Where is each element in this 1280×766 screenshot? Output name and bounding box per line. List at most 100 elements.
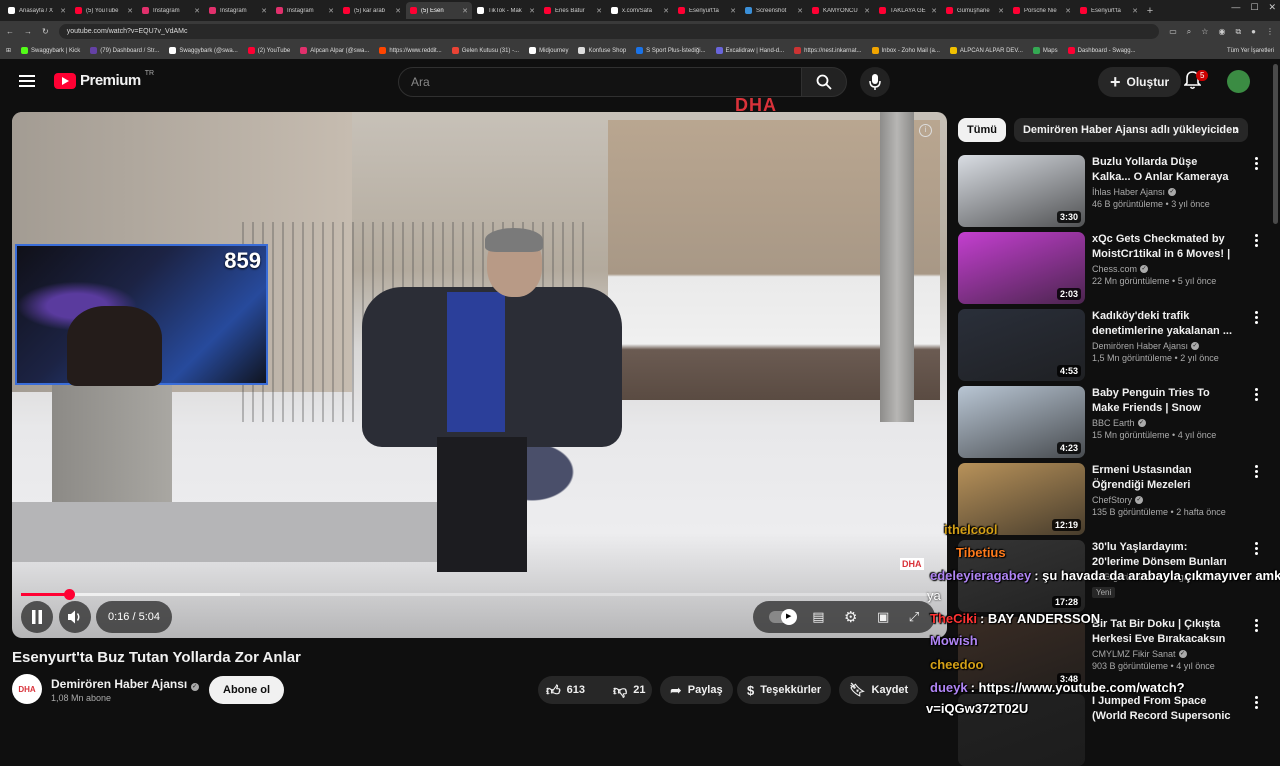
info-icon[interactable]: i: [919, 124, 932, 137]
pause-button[interactable]: [21, 601, 53, 633]
autoplay-toggle[interactable]: ▶: [768, 609, 797, 625]
chip-from-uploader[interactable]: Demirören Haber Ajansı adlı yükleyiciden: [1013, 118, 1248, 142]
progress-bar[interactable]: [21, 589, 935, 600]
recommended-channel[interactable]: CMYLMZ Fikir Sanat ✓: [1092, 649, 1232, 659]
bookmark-item[interactable]: Konfuse Shop: [578, 47, 626, 54]
cast-icon[interactable]: ▭: [1169, 27, 1177, 37]
volume-button[interactable]: [59, 601, 91, 633]
miniplayer-icon[interactable]: ▣: [877, 609, 889, 625]
browser-tab[interactable]: TAKLAYA GE ✕: [875, 2, 941, 19]
browser-tab[interactable]: Porsche Nie ✕: [1009, 2, 1075, 19]
bookmark-star-icon[interactable]: ☆: [1201, 27, 1208, 37]
url-field[interactable]: youtube.com/watch?v=EQU7v_VdAMc: [58, 24, 1160, 39]
browser-tab[interactable]: Instagram ✕: [138, 2, 204, 19]
apps-grid-icon[interactable]: ⊞: [6, 47, 11, 54]
subtitles-icon[interactable]: ▤: [812, 609, 824, 625]
tab-close-icon[interactable]: ✕: [127, 7, 133, 15]
bookmark-item[interactable]: Swaggybark | Kick: [21, 47, 80, 54]
browser-tab[interactable]: x.com/Safa ✕: [607, 2, 673, 19]
browser-tab[interactable]: (5) kar arab ✕: [339, 2, 405, 19]
tab-close-icon[interactable]: ✕: [60, 7, 66, 15]
bookmark-item[interactable]: Maps: [1032, 47, 1058, 54]
bookmark-item[interactable]: Dashboard - Swagg...: [1067, 47, 1136, 54]
browser-tab[interactable]: Esenyurt'ta ✕: [1076, 2, 1142, 19]
thanks-button[interactable]: $ Teşekkürler: [737, 676, 832, 704]
recommended-video[interactable]: 3:48 Bir Tat Bir Doku | Çıkışta Herkesi E…: [958, 617, 1262, 689]
tab-close-icon[interactable]: ✕: [462, 7, 468, 15]
more-options-icon[interactable]: [1255, 696, 1258, 711]
voice-search-button[interactable]: [860, 67, 890, 97]
dislike-button[interactable]: 👎︎ 21: [605, 676, 653, 704]
bookmark-item[interactable]: Gelen Kutusu (31) -...: [451, 47, 519, 54]
zoom-icon[interactable]: ⌕: [1187, 27, 1191, 37]
recommended-title[interactable]: 30'lu Yaşlardayım: 20'lerime Dönsem Bunl…: [1092, 540, 1232, 570]
browser-tab[interactable]: Esenyurt'ta ✕: [674, 2, 740, 19]
window-controls[interactable]: — ☐ ✕: [1231, 2, 1276, 13]
video-thumbnail[interactable]: 4:53: [958, 309, 1085, 381]
bookmark-item[interactable]: Midjourney: [529, 47, 568, 54]
more-options-icon[interactable]: [1255, 465, 1258, 480]
save-button[interactable]: 🔖︎ Kaydet: [839, 676, 919, 704]
bookmark-item[interactable]: S Sport Plus-İstediği...: [636, 47, 706, 54]
fullscreen-icon[interactable]: ⤢: [909, 609, 919, 625]
bookmark-item[interactable]: ALPCAN ALPAR DEV...: [949, 47, 1023, 54]
tab-close-icon[interactable]: ✕: [194, 7, 200, 15]
browser-tab[interactable]: Gümüşhane ✕: [942, 2, 1008, 19]
bookmark-item[interactable]: Swaggybark (@swa...: [169, 47, 238, 54]
recommended-channel[interactable]: Chess.com ✓: [1092, 264, 1232, 274]
reload-icon[interactable]: ↻: [42, 27, 49, 36]
recommended-title[interactable]: xQc Gets Checkmated by MoistCr1tikal in …: [1092, 232, 1232, 262]
create-button[interactable]: + Oluştur: [1098, 67, 1182, 97]
tab-close-icon[interactable]: ✕: [261, 7, 267, 15]
video-thumbnail[interactable]: 2:03: [958, 232, 1085, 304]
recommended-video[interactable]: 2:03 xQc Gets Checkmated by MoistCr1tikal…: [958, 232, 1262, 304]
maximize-icon[interactable]: ☐: [1250, 2, 1258, 13]
close-window-icon[interactable]: ✕: [1268, 2, 1276, 13]
settings-gear-icon[interactable]: ⚙: [844, 608, 857, 626]
search-button[interactable]: [801, 67, 847, 97]
subscribe-button[interactable]: Abone ol: [209, 676, 285, 704]
hamburger-menu-icon[interactable]: [19, 75, 35, 90]
browser-tab[interactable]: Enes Batur ✕: [540, 2, 606, 19]
bookmark-item[interactable]: (2) YouTube: [247, 47, 290, 54]
chip-all[interactable]: Tümü: [958, 118, 1006, 142]
tab-close-icon[interactable]: ✕: [864, 7, 870, 15]
video-thumbnail[interactable]: 4:23: [958, 386, 1085, 458]
video-thumbnail[interactable]: 12:19: [958, 463, 1085, 535]
browser-menu-icon[interactable]: ⋮: [1266, 27, 1274, 37]
search-input[interactable]: Ara: [398, 67, 802, 97]
recommended-video[interactable]: 12:19 Ermeni Ustasından Öğrendiği Mezeler…: [958, 463, 1262, 535]
recommended-title[interactable]: Ermeni Ustasından Öğrendiği Mezeleri Yap…: [1092, 463, 1232, 493]
recommended-channel[interactable]: Demirören Haber Ajansı ✓: [1092, 341, 1232, 351]
extensions-puzzle-icon[interactable]: ⧉: [1235, 27, 1241, 37]
recommended-video[interactable]: 4:53 Kadıköy'deki trafik denetimlerine ya…: [958, 309, 1262, 381]
tab-close-icon[interactable]: ✕: [931, 7, 937, 15]
bookmark-item[interactable]: https://www.reddit...: [379, 47, 442, 54]
browser-tab[interactable]: Instagram ✕: [272, 2, 338, 19]
tab-close-icon[interactable]: ✕: [663, 7, 669, 15]
youtube-logo[interactable]: Premium TR: [54, 70, 154, 89]
bookmark-item[interactable]: Inbox - Zoho Mail (a...: [871, 47, 940, 54]
video-thumbnail[interactable]: 17:28: [958, 540, 1085, 612]
tab-close-icon[interactable]: ✕: [730, 7, 736, 15]
share-button[interactable]: ➦ Paylaş: [660, 676, 733, 704]
tab-close-icon[interactable]: ✕: [998, 7, 1004, 15]
recommended-title[interactable]: Buzlu Yollarda Düşe Kalka... O Anlar Kam…: [1092, 155, 1232, 185]
more-options-icon[interactable]: [1255, 542, 1258, 557]
tab-close-icon[interactable]: ✕: [328, 7, 334, 15]
recommended-title[interactable]: Kadıköy'deki trafik denetimlerine yakala…: [1092, 309, 1232, 339]
tab-close-icon[interactable]: ✕: [797, 7, 803, 15]
bookmark-item[interactable]: https://nest.inkarnat...: [794, 47, 862, 54]
browser-tab[interactable]: Anasayfa / X ✕: [4, 2, 70, 19]
tab-close-icon[interactable]: ✕: [596, 7, 602, 15]
recommended-channel[interactable]: BBC Earth ✓: [1092, 418, 1232, 428]
tab-close-icon[interactable]: ✕: [1132, 7, 1138, 15]
browser-tab[interactable]: Screenshot ✕: [741, 2, 807, 19]
all-bookmarks-folder[interactable]: Tüm Yer İşaretleri: [1227, 48, 1274, 54]
tab-close-icon[interactable]: ✕: [529, 7, 535, 15]
page-scrollbar[interactable]: [1273, 64, 1278, 224]
video-thumbnail[interactable]: 3:48: [958, 617, 1085, 689]
more-options-icon[interactable]: [1255, 619, 1258, 634]
more-options-icon[interactable]: [1255, 157, 1258, 172]
recommended-channel[interactable]: İhlas Haber Ajansı ✓: [1092, 187, 1232, 197]
